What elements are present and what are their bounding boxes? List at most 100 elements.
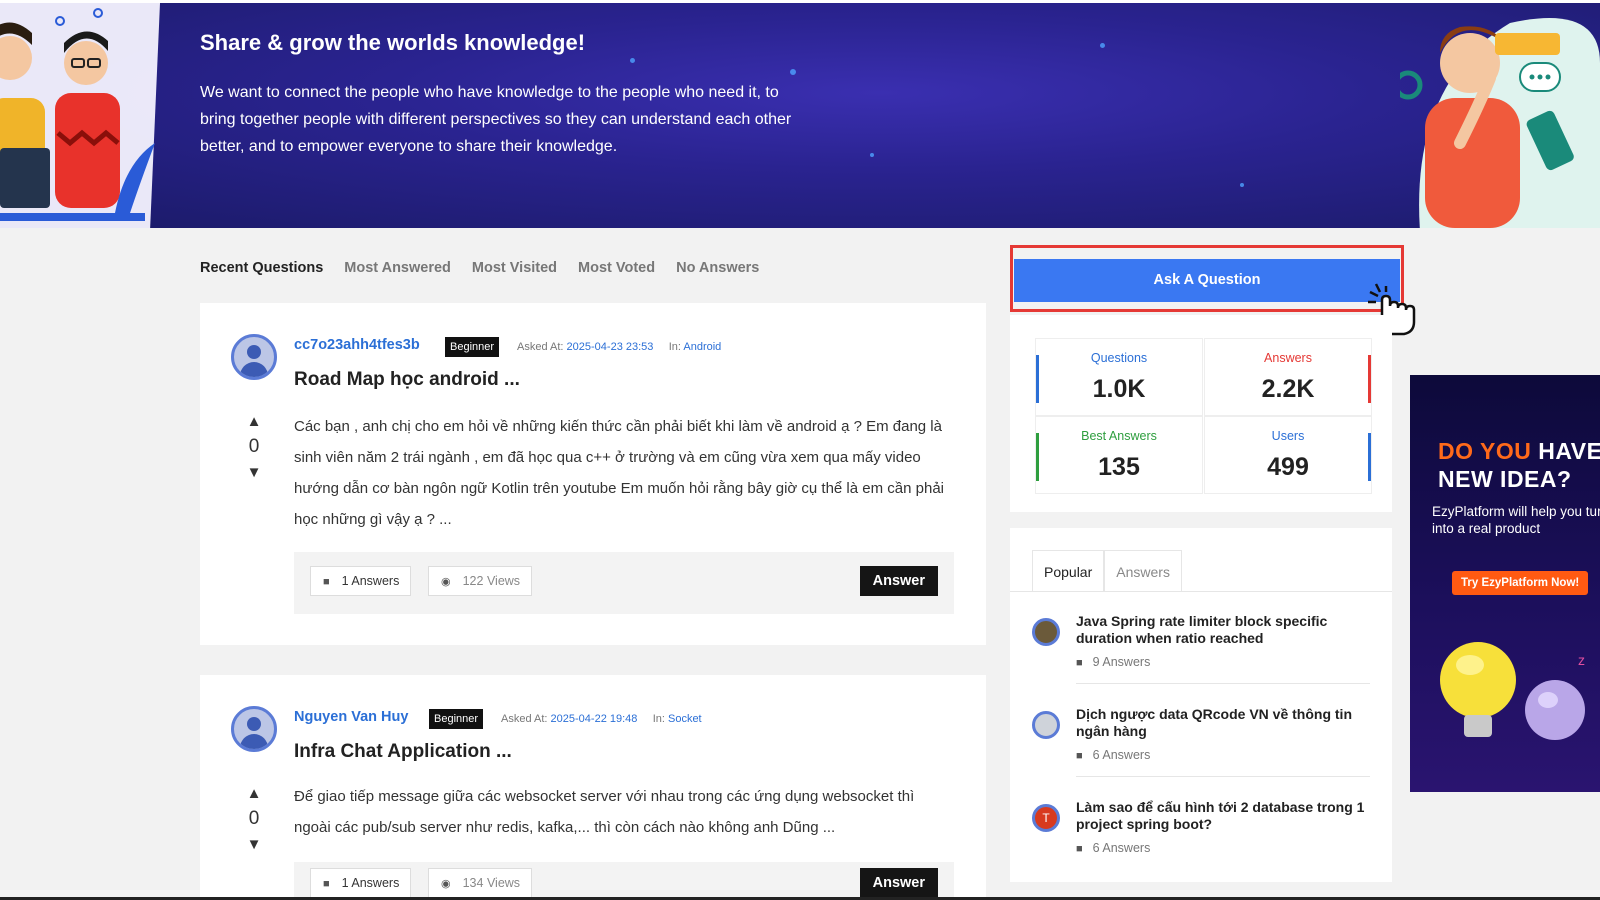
question-meta: Asked At: 2025-04-23 23:53 In: Android: [517, 341, 721, 353]
question-excerpt: Để giao tiếp message giữa các websocket …: [294, 788, 915, 836]
stat-questions: Questions 1.0K: [1035, 338, 1203, 416]
user-badge: Beginner: [429, 709, 484, 729]
vote-count: 0: [248, 436, 260, 457]
ezyplatform-ad[interactable]: DO YOU HAVE A NEW IDEA? EzyPlatform will…: [1410, 375, 1600, 792]
downvote-arrow-icon[interactable]: ▼: [244, 464, 264, 481]
tab-most-voted[interactable]: Most Voted: [578, 260, 655, 276]
comment-icon: ■: [1076, 843, 1083, 855]
stat-label: Questions: [1090, 351, 1148, 365]
views-count-pill: ◉ 134 Views: [428, 868, 533, 898]
comment-icon: ■: [1076, 657, 1083, 669]
vote-count: 0: [248, 808, 260, 829]
stat-best-answers: Best Answers 135: [1035, 416, 1203, 494]
comment-icon: ■: [323, 878, 330, 890]
answers-count-pill[interactable]: ■ 1 Answers: [310, 868, 412, 898]
tab-no-answers[interactable]: No Answers: [676, 260, 759, 276]
hero-title: Share & grow the worlds knowledge!: [200, 30, 586, 55]
hero-description: We want to connect the people who have k…: [200, 84, 792, 155]
ad-headline-line2: NEW IDEA?: [1438, 466, 1572, 492]
answers-count-pill[interactable]: ■ 1 Answers: [310, 566, 412, 596]
decor-dot: [1240, 183, 1244, 187]
views-count: 134 Views: [462, 876, 521, 890]
question-title[interactable]: Road Map học android ...: [294, 369, 520, 391]
author-avatar[interactable]: T: [1032, 804, 1060, 832]
question-card: cc7o23ahh4tfes3b Beginner Asked At: 2025…: [200, 303, 986, 645]
stat-label: Users: [1271, 429, 1305, 443]
question-footer: ■ 1 Answers ◉ 134 Views Answer: [294, 862, 954, 900]
lightbulb-illustration: z: [1440, 642, 1585, 740]
question-footer: ■ 1 Answers ◉ 122 Views Answer: [294, 552, 954, 614]
question-title[interactable]: Infra Chat Application ...: [294, 741, 512, 763]
decor-dot: [1100, 43, 1105, 48]
ad-headline: DO YOU HAVE A NEW IDEA?: [1438, 437, 1600, 493]
decor-dot: [790, 69, 796, 75]
downvote-arrow-icon[interactable]: ▼: [244, 836, 264, 853]
hero-people-illustration: [0, 3, 160, 228]
tab-most-answered[interactable]: Most Answered: [344, 260, 451, 276]
stat-value: 135: [1098, 453, 1140, 481]
hero-thinking-man-illustration: [1400, 18, 1600, 228]
ad-headline-accent: DO YOU: [1438, 438, 1532, 464]
popular-item-title[interactable]: Java Spring rate limiter block specific …: [1076, 613, 1366, 647]
popular-item-answers: ■ 6 Answers: [1076, 748, 1151, 762]
ad-headline-rest: HAVE A: [1538, 438, 1600, 464]
user-avatar[interactable]: [231, 334, 277, 380]
stat-value: 1.0K: [1092, 375, 1146, 403]
stat-value: 499: [1267, 453, 1309, 481]
answers-count: 1 Answers: [341, 574, 400, 588]
upvote-arrow-icon[interactable]: ▲: [244, 413, 264, 430]
hero-banner: Share & grow the worlds knowledge! We wa…: [0, 0, 1600, 228]
question-tabs: Recent Questions Most Answered Most Visi…: [200, 260, 780, 276]
ask-question-button[interactable]: Ask A Question: [1014, 259, 1400, 302]
comment-icon: ■: [323, 576, 330, 588]
asked-date[interactable]: 2025-04-23 23:53: [567, 341, 654, 353]
question-meta: Asked At: 2025-04-22 19:48 In: Socket: [501, 713, 702, 725]
question-excerpt: Các bạn , anh chị cho em hỏi về những ki…: [294, 418, 944, 528]
site-stats: Questions 1.0K Answers 2.2K Best Answers…: [1010, 315, 1392, 512]
user-badge: Beginner: [445, 337, 500, 357]
tab-answers[interactable]: Answers: [1104, 550, 1182, 592]
tab-recent-questions[interactable]: Recent Questions: [200, 260, 323, 276]
popular-item-title[interactable]: Dịch ngược data QRcode VN về thông tin n…: [1076, 706, 1366, 740]
popular-widget: Popular Answers Java Spring rate limiter…: [1010, 528, 1392, 882]
svg-text:z: z: [1578, 652, 1585, 668]
tab-popular[interactable]: Popular: [1032, 550, 1105, 592]
author-avatar[interactable]: [1032, 711, 1060, 739]
popular-item-title[interactable]: Làm sao để cấu hình tới 2 database trong…: [1076, 799, 1366, 833]
question-author[interactable]: cc7o23ahh4tfes3b: [294, 337, 420, 353]
stat-answers: Answers 2.2K: [1204, 338, 1372, 416]
eye-icon: ◉: [441, 878, 451, 890]
stat-label: Answers: [1264, 351, 1312, 365]
question-card: Nguyen Van Huy Beginner Asked At: 2025-0…: [200, 675, 986, 900]
category-label: In:: [668, 341, 681, 353]
question-category[interactable]: Android: [683, 341, 721, 353]
views-count-pill: ◉ 122 Views: [428, 566, 533, 596]
category-label: In:: [652, 713, 665, 725]
popular-item-answers: ■ 6 Answers: [1076, 841, 1151, 855]
eye-icon: ◉: [441, 576, 451, 588]
views-count: 122 Views: [462, 574, 521, 588]
question-author[interactable]: Nguyen Van Huy: [294, 709, 408, 725]
question-category[interactable]: Socket: [668, 713, 702, 725]
asked-label: Asked At:: [517, 341, 564, 353]
stat-users: Users 499: [1204, 416, 1372, 494]
stat-label: Best Answers: [1081, 429, 1157, 443]
comment-icon: ■: [1076, 750, 1083, 762]
widget-tabs: Popular Answers: [1032, 550, 1182, 592]
answers-count: 1 Answers: [341, 876, 400, 890]
answer-button[interactable]: Answer: [859, 868, 938, 898]
decor-dot: [870, 153, 874, 157]
asked-label: Asked At:: [501, 713, 548, 725]
tab-most-visited[interactable]: Most Visited: [472, 260, 557, 276]
asked-date[interactable]: 2025-04-22 19:48: [551, 713, 638, 725]
ad-cta-button[interactable]: Try EzyPlatform Now!: [1452, 571, 1589, 595]
author-avatar[interactable]: [1032, 618, 1060, 646]
answer-button[interactable]: Answer: [859, 566, 938, 596]
stat-value: 2.2K: [1261, 375, 1315, 403]
vote-widget: ▲ 0 ▼: [244, 785, 264, 853]
ad-subtext: EzyPlatform will help you turn it into a…: [1432, 504, 1600, 536]
upvote-arrow-icon[interactable]: ▲: [244, 785, 264, 802]
decor-dot: [630, 58, 635, 63]
popular-item-answers: ■ 9 Answers: [1076, 655, 1151, 669]
user-avatar[interactable]: [231, 706, 277, 752]
